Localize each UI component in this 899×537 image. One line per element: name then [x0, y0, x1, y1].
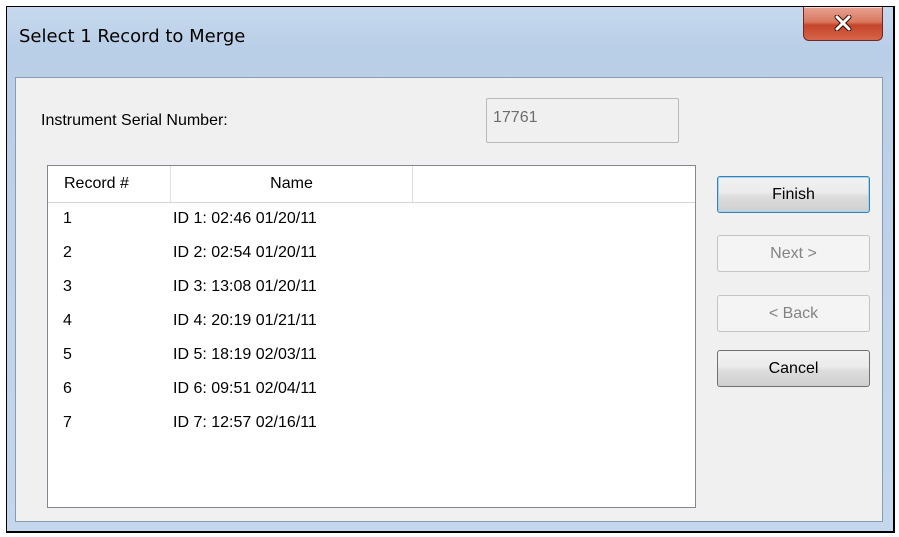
list-row[interactable]: 4 ID 4: 20:19 01/21/11: [48, 312, 695, 346]
dialog-title: Select 1 Record to Merge: [19, 26, 246, 47]
list-header: Record # Name: [48, 166, 695, 203]
finish-button[interactable]: Finish: [717, 176, 870, 213]
list-rows: 1 ID 1: 02:46 01/20/11 2 ID 2: 02:54 01/…: [48, 210, 695, 448]
record-name: ID 7: 12:57 02/16/11: [173, 414, 317, 431]
list-row[interactable]: 5 ID 5: 18:19 02/03/11: [48, 346, 695, 380]
record-number: 7: [63, 414, 72, 431]
cancel-button[interactable]: Cancel: [717, 350, 870, 387]
record-number: 5: [63, 346, 72, 363]
column-header-record[interactable]: Record #: [48, 166, 171, 202]
column-header-empty[interactable]: [413, 166, 695, 202]
list-row[interactable]: 3 ID 3: 13:08 01/20/11: [48, 278, 695, 312]
serial-number-label: Instrument Serial Number:: [41, 112, 228, 129]
list-row[interactable]: 2 ID 2: 02:54 01/20/11: [48, 244, 695, 278]
record-name: ID 1: 02:46 01/20/11: [173, 210, 317, 227]
back-button[interactable]: < Back: [717, 295, 870, 332]
record-number: 1: [63, 210, 72, 227]
record-number: 4: [63, 312, 72, 329]
dialog-client-area: Instrument Serial Number: 17761 Record #…: [15, 77, 883, 522]
record-name: ID 6: 09:51 02/04/11: [173, 380, 317, 397]
column-header-name[interactable]: Name: [171, 166, 413, 202]
record-list[interactable]: Record # Name 1 ID 1: 02:46 01/20/11 2 I…: [47, 165, 696, 508]
list-row[interactable]: 1 ID 1: 02:46 01/20/11: [48, 210, 695, 244]
record-number: 2: [63, 244, 72, 261]
record-name: ID 4: 20:19 01/21/11: [173, 312, 317, 329]
record-number: 6: [63, 380, 72, 397]
title-bar[interactable]: Select 1 Record to Merge: [7, 7, 893, 77]
serial-number-field: 17761: [486, 98, 679, 143]
dialog-window: Select 1 Record to Merge Instrument Seri…: [6, 6, 895, 533]
record-number: 3: [63, 278, 72, 295]
close-button[interactable]: [803, 7, 883, 41]
record-name: ID 3: 13:08 01/20/11: [173, 278, 317, 295]
close-icon: [834, 15, 852, 31]
list-row[interactable]: 6 ID 6: 09:51 02/04/11: [48, 380, 695, 414]
record-name: ID 2: 02:54 01/20/11: [173, 244, 317, 261]
record-name: ID 5: 18:19 02/03/11: [173, 346, 317, 363]
next-button[interactable]: Next >: [717, 235, 870, 272]
list-row[interactable]: 7 ID 7: 12:57 02/16/11: [48, 414, 695, 448]
